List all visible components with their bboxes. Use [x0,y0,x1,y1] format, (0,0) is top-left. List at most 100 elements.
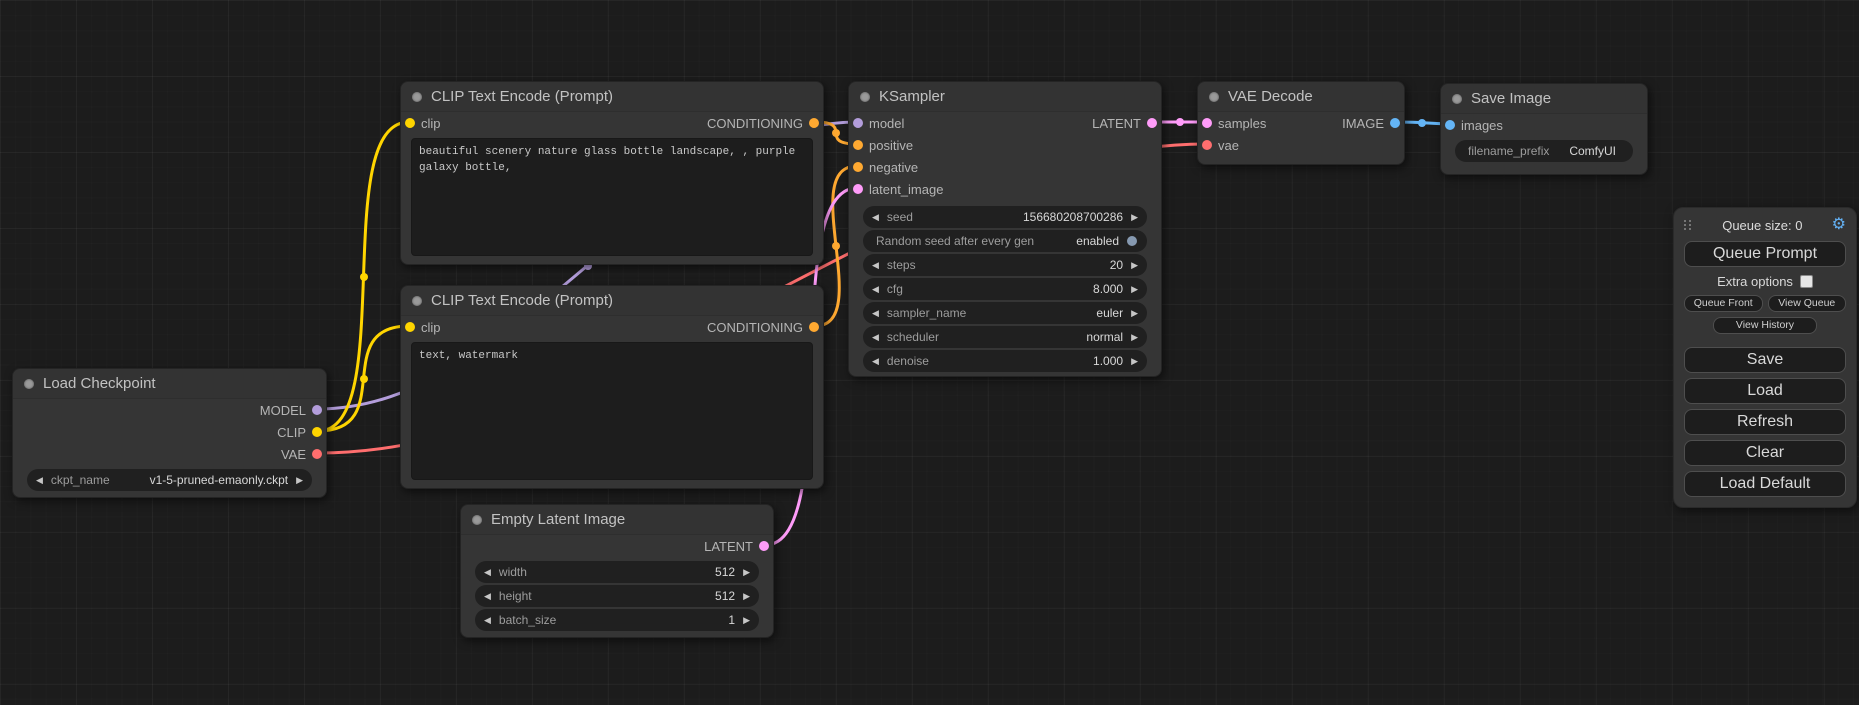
collapse-dot-icon[interactable] [860,92,870,102]
widget-sampler-name[interactable]: ◀ sampler_name euler ▶ [863,302,1147,324]
node-vae-decode[interactable]: VAE Decode samples IMAGE vae [1197,81,1405,165]
output-slot-vae[interactable]: VAE [281,447,322,462]
vae-slot-dot-icon[interactable] [1202,140,1212,150]
decrement-arrow-icon[interactable]: ◀ [484,568,491,577]
input-slot-samples[interactable]: samples [1202,116,1266,131]
toggle-dot-icon[interactable] [1127,236,1137,246]
node-header[interactable]: CLIP Text Encode (Prompt) [401,82,823,112]
image-slot-dot-icon[interactable] [1390,118,1400,128]
latent-slot-dot-icon[interactable] [853,184,863,194]
clip-slot-dot-icon[interactable] [312,427,322,437]
comfy-menu-panel[interactable]: Queue size: 0 ⚙ Queue Prompt Extra optio… [1673,207,1857,508]
model-slot-dot-icon[interactable] [312,405,322,415]
widget-height[interactable]: ◀ height 512 ▶ [475,585,759,607]
clear-button[interactable]: Clear [1684,440,1846,466]
widget-denoise[interactable]: ◀ denoise 1.000 ▶ [863,350,1147,372]
input-slot-positive[interactable]: positive [853,138,913,153]
widget-width[interactable]: ◀ width 512 ▶ [475,561,759,583]
input-slot-images[interactable]: images [1445,118,1503,133]
widget-filename-prefix[interactable]: filename_prefix ComfyUI [1455,140,1633,162]
collapse-dot-icon[interactable] [412,296,422,306]
latent-slot-dot-icon[interactable] [1147,118,1157,128]
extra-options-checkbox[interactable] [1800,275,1813,288]
queue-front-button[interactable]: Queue Front [1684,295,1763,312]
collapse-dot-icon[interactable] [1209,92,1219,102]
collapse-dot-icon[interactable] [1452,94,1462,104]
widget-steps[interactable]: ◀ steps 20 ▶ [863,254,1147,276]
conditioning-slot-dot-icon[interactable] [853,140,863,150]
view-history-button[interactable]: View History [1713,317,1817,334]
view-queue-button[interactable]: View Queue [1768,295,1847,312]
collapse-dot-icon[interactable] [412,92,422,102]
image-slot-dot-icon[interactable] [1445,120,1455,130]
increment-arrow-icon[interactable]: ▶ [1131,357,1138,366]
input-slot-model[interactable]: model [853,116,904,131]
decrement-arrow-icon[interactable]: ◀ [872,285,879,294]
load-default-button[interactable]: Load Default [1684,471,1846,497]
decrement-arrow-icon[interactable]: ◀ [872,333,879,342]
input-slot-negative[interactable]: negative [853,160,918,175]
increment-arrow-icon[interactable]: ▶ [1131,285,1138,294]
conditioning-slot-dot-icon[interactable] [853,162,863,172]
output-slot-latent[interactable]: LATENT [704,539,769,554]
latent-slot-dot-icon[interactable] [1202,118,1212,128]
output-slot-conditioning[interactable]: CONDITIONING [707,116,819,131]
refresh-button[interactable]: Refresh [1684,409,1846,435]
increment-arrow-icon[interactable]: ▶ [1131,333,1138,342]
decrement-arrow-icon[interactable]: ◀ [484,616,491,625]
decrement-arrow-icon[interactable]: ◀ [872,357,879,366]
settings-gear-icon[interactable]: ⚙ [1832,217,1846,233]
increment-arrow-icon[interactable]: ▶ [743,568,750,577]
output-slot-conditioning[interactable]: CONDITIONING [707,320,819,335]
clip-slot-dot-icon[interactable] [405,118,415,128]
drag-handle-icon[interactable] [1684,219,1693,231]
output-slot-clip[interactable]: CLIP [277,425,322,440]
node-clip-text-encode-positive[interactable]: CLIP Text Encode (Prompt) clip CONDITION… [400,81,824,265]
increment-arrow-icon[interactable]: ▶ [1131,213,1138,222]
decrement-arrow-icon[interactable]: ◀ [872,261,879,270]
collapse-dot-icon[interactable] [472,515,482,525]
widget-batch-size[interactable]: ◀ batch_size 1 ▶ [475,609,759,631]
widget-random-seed-toggle[interactable]: Random seed after every gen enabled [863,230,1147,252]
output-slot-model[interactable]: MODEL [260,403,322,418]
widget-seed[interactable]: ◀ seed 156680208700286 ▶ [863,206,1147,228]
node-header[interactable]: CLIP Text Encode (Prompt) [401,286,823,316]
node-header[interactable]: Empty Latent Image [461,505,773,535]
node-header[interactable]: KSampler [849,82,1161,112]
input-slot-clip[interactable]: clip [405,116,441,131]
output-slot-latent[interactable]: LATENT [1092,116,1157,131]
decrement-arrow-icon[interactable]: ◀ [484,592,491,601]
node-load-checkpoint[interactable]: Load Checkpoint MODEL CLIP VAE ◀ ckpt_na… [12,368,327,498]
widget-cfg[interactable]: ◀ cfg 8.000 ▶ [863,278,1147,300]
queue-prompt-button[interactable]: Queue Prompt [1684,241,1846,267]
save-button[interactable]: Save [1684,347,1846,373]
increment-arrow-icon[interactable]: ▶ [296,476,303,485]
input-slot-latent-image[interactable]: latent_image [853,182,943,197]
positive-prompt-textarea[interactable]: beautiful scenery nature glass bottle la… [411,138,813,256]
node-header[interactable]: Save Image [1441,84,1647,114]
input-slot-clip[interactable]: clip [405,320,441,335]
input-slot-vae[interactable]: vae [1202,138,1239,153]
load-button[interactable]: Load [1684,378,1846,404]
collapse-dot-icon[interactable] [24,379,34,389]
model-slot-dot-icon[interactable] [853,118,863,128]
decrement-arrow-icon[interactable]: ◀ [872,309,879,318]
conditioning-slot-dot-icon[interactable] [809,118,819,128]
increment-arrow-icon[interactable]: ▶ [1131,309,1138,318]
increment-arrow-icon[interactable]: ▶ [743,592,750,601]
node-ksampler[interactable]: KSampler model LATENT positive negative [848,81,1162,377]
clip-slot-dot-icon[interactable] [405,322,415,332]
node-save-image[interactable]: Save Image images filename_prefix ComfyU… [1440,83,1648,175]
node-graph-canvas[interactable]: Load Checkpoint MODEL CLIP VAE ◀ ckpt_na… [0,0,1859,705]
node-header[interactable]: VAE Decode [1198,82,1404,112]
node-empty-latent-image[interactable]: Empty Latent Image LATENT ◀ width 512 ▶ … [460,504,774,638]
latent-slot-dot-icon[interactable] [759,541,769,551]
decrement-arrow-icon[interactable]: ◀ [872,213,879,222]
node-header[interactable]: Load Checkpoint [13,369,326,399]
vae-slot-dot-icon[interactable] [312,449,322,459]
conditioning-slot-dot-icon[interactable] [809,322,819,332]
negative-prompt-textarea[interactable]: text, watermark [411,342,813,480]
widget-scheduler[interactable]: ◀ scheduler normal ▶ [863,326,1147,348]
node-clip-text-encode-negative[interactable]: CLIP Text Encode (Prompt) clip CONDITION… [400,285,824,489]
increment-arrow-icon[interactable]: ▶ [743,616,750,625]
